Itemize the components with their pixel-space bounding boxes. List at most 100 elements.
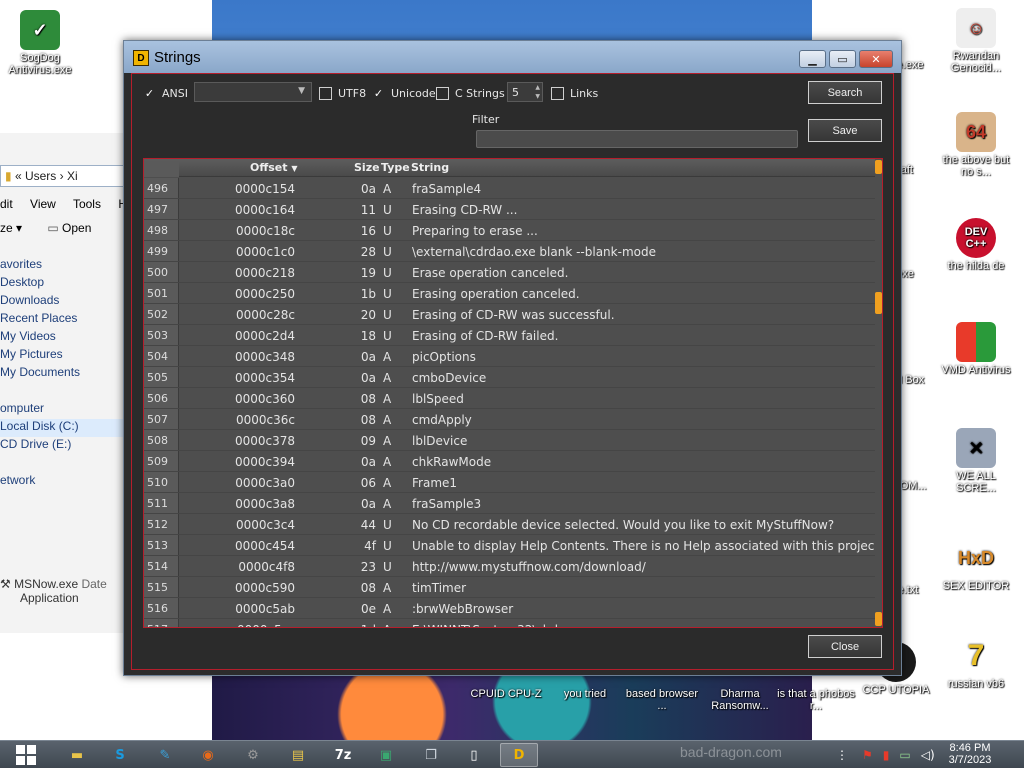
min-length-spinner[interactable]: 5 ▲ ▼ <box>507 82 543 102</box>
search-button[interactable]: Search <box>808 81 882 104</box>
nav-network[interactable]: etwork <box>0 473 128 491</box>
taskbar-button[interactable]: ▤ <box>279 743 317 767</box>
table-row[interactable]: 496 0000c154 0a AfraSample4 <box>144 178 878 199</box>
table-row[interactable]: 514 0000c4f8 23 Uhttp://www.mystuffnow.com/… <box>144 556 878 577</box>
taskbar-button[interactable]: S <box>101 743 139 767</box>
desktop-icon-vmd[interactable]: VMD Antivirus <box>936 322 1016 376</box>
scroll-down-icon[interactable] <box>875 612 882 626</box>
save-button[interactable]: Save <box>808 119 882 142</box>
table-row[interactable]: 512 0000c3c4 44 U No CD recordable device se… <box>144 514 878 535</box>
nav-local-disk[interactable]: Local Disk (C:) <box>0 419 128 437</box>
desktop-icon-devcpp[interactable]: DEV C++ the hilda de <box>936 218 1016 272</box>
nav-favorites[interactable]: avorites <box>0 257 128 275</box>
nav-computer[interactable]: omputer <box>0 401 128 419</box>
desktop-icon-vb6[interactable]: 7 russian vb6 <box>936 636 1016 691</box>
table-row[interactable]: 500 0000c218 19 U Erase operation canceled. <box>144 262 878 283</box>
close-button[interactable]: Close <box>808 635 882 658</box>
taskbar-button[interactable]: D <box>500 743 538 767</box>
address-bar[interactable]: ▮ « Users › Xi <box>0 165 128 187</box>
nav-recent-places[interactable]: Recent Places <box>0 311 128 329</box>
taskbar-button[interactable]: ▬ <box>58 743 96 767</box>
table-row[interactable]: 507 0000c36c 08 AcmdApply <box>144 409 878 430</box>
nav-my-pictures[interactable]: My Pictures <box>0 347 128 365</box>
table-row[interactable]: 506 0000c360 08 AlblSpeed <box>144 388 878 409</box>
utf8-checkbox[interactable]: UTF8 <box>319 85 366 101</box>
skype-icon: S <box>115 747 125 763</box>
spin-up-icon[interactable]: ▲ <box>535 84 540 91</box>
table-row[interactable]: 516 0000c5ab 0e A:brwWebBrowser <box>144 598 878 619</box>
checkmark-icon: ✓ <box>144 86 155 100</box>
type-cell: A <box>383 476 392 490</box>
flag-icon[interactable]: ⚑ <box>862 748 873 762</box>
taskbar-button[interactable]: ▣ <box>367 743 405 767</box>
table-row[interactable]: 515 0000c590 08 AtimTimer <box>144 577 878 598</box>
cstrings-checkbox[interactable]: C Strings <box>436 85 505 101</box>
table-row[interactable]: 502 0000c28c 20 U Erasing of CD-RW was succe… <box>144 304 878 325</box>
type-column-header[interactable]: Type <box>381 161 410 174</box>
minimize-button[interactable]: ▁ <box>799 50 826 68</box>
table-row[interactable]: 499 0000c1c0 28 U \external\cdrdao.exe blank… <box>144 241 878 262</box>
close-window-button[interactable]: ✕ <box>859 50 893 68</box>
string-column-header[interactable]: String <box>411 161 449 174</box>
selected-file-details[interactable]: ⚒ MSNow.exe Date Application <box>0 577 128 617</box>
vertical-scrollbar[interactable] <box>875 159 882 627</box>
nav-my-documents[interactable]: My Documents <box>0 365 128 383</box>
nav-my-videos[interactable]: My Videos <box>0 329 128 347</box>
spin-down-icon[interactable]: ▼ <box>535 93 540 100</box>
table-row[interactable]: 5170000c5cc 1d A E:\WINNT\System32\shdocvw.… <box>144 619 878 627</box>
desktop-icon-above[interactable]: 64 the above but no s... <box>936 112 1016 178</box>
menu-edit[interactable]: dit <box>0 197 13 211</box>
strings-table[interactable]: Offset ▼ Size Type String 496 0000c154 0a A… <box>143 158 883 628</box>
table-row[interactable]: 513 0000c454 4f U Unable to display Help Con… <box>144 535 878 556</box>
taskbar-button[interactable]: 7z <box>324 743 362 767</box>
taskbar-button[interactable]: ▯ <box>455 743 493 767</box>
offset-column-header[interactable]: Offset ▼ <box>250 161 298 174</box>
taskbar-button[interactable]: ⚙ <box>234 743 272 767</box>
desktop-icon-you-tried[interactable]: you tried <box>545 688 625 700</box>
desktop-icon-hxd[interactable]: HxD SEX EDITOR <box>936 538 1016 592</box>
maximize-button[interactable]: ▭ <box>829 50 856 68</box>
nav-cd-drive[interactable]: CD Drive (E:) <box>0 437 128 455</box>
table-row[interactable]: 510 0000c3a0 06 A Frame1 <box>144 472 878 493</box>
table-row[interactable]: 503 0000c2d4 18 U Erasing of CD-RW failed. <box>144 325 878 346</box>
size-column-header[interactable]: Size <box>354 161 380 174</box>
desktop-icon-sogdog[interactable]: ✓ SogDog Antivirus.exe <box>0 10 80 76</box>
desktop-icon-cpuz[interactable]: CPUID CPU-Z <box>466 688 546 700</box>
title-bar[interactable]: D Strings ▁ ▭ ✕ <box>124 41 901 73</box>
ansi-checkbox[interactable]: ✓ ANSI <box>143 85 188 101</box>
taskbar-button[interactable]: ❐ <box>412 743 450 767</box>
scrollbar-thumb[interactable] <box>875 292 882 314</box>
encoding-dropdown[interactable]: ▼ <box>194 82 312 102</box>
system-clock[interactable]: 8:46 PM 3/7/2023 <box>940 742 1000 766</box>
table-row[interactable]: 504 0000c348 0a ApicOptions <box>144 346 878 367</box>
table-row[interactable]: 498 0000c18c 16 U Preparing to erase ... <box>144 220 878 241</box>
start-button[interactable] <box>6 743 46 767</box>
action-center-icon[interactable]: ▮ <box>883 748 890 762</box>
menu-tools[interactable]: Tools <box>73 197 101 211</box>
table-row[interactable]: 501 0000c250 1b U Erasing operation canceled… <box>144 283 878 304</box>
desktop-icon-dharma[interactable]: Dharma Ransomw... <box>700 688 780 712</box>
scroll-up-icon[interactable] <box>875 160 882 174</box>
nav-desktop[interactable]: Desktop <box>0 275 128 293</box>
table-row[interactable]: 509 0000c394 0a AchkRawMode <box>144 451 878 472</box>
nav-downloads[interactable]: Downloads <box>0 293 128 311</box>
volume-icon[interactable]: ◁) <box>921 748 935 762</box>
desktop-icon-based-browser[interactable]: based browser ... <box>622 688 702 712</box>
filter-input[interactable] <box>476 130 798 148</box>
desktop-icon-phobos[interactable]: is that a phobos r... <box>776 688 856 712</box>
network-icon[interactable]: ▭ <box>899 748 910 762</box>
desktop-icon-we-all[interactable]: ✕ WE ALL SCRE... <box>936 428 1016 494</box>
unicode-checkbox[interactable]: ✓ Unicode <box>372 85 436 101</box>
tray-overflow-icon[interactable]: ⋮ <box>836 748 848 762</box>
desktop-icon-rwandan[interactable]: ☺ Rwandan Genocid... <box>936 8 1016 74</box>
open-button[interactable]: Open <box>62 221 91 235</box>
links-checkbox[interactable]: Links <box>551 85 598 101</box>
table-row[interactable]: 508 0000c378 09 AlblDevice <box>144 430 878 451</box>
taskbar-button[interactable]: ✎ <box>146 743 184 767</box>
organize-button[interactable]: ze ▾ <box>0 221 22 235</box>
taskbar-button[interactable]: ◉ <box>189 743 227 767</box>
table-row[interactable]: 505 0000c354 0a AcmboDevice <box>144 367 878 388</box>
table-row[interactable]: 511 0000c3a8 0a AfraSample3 <box>144 493 878 514</box>
menu-view[interactable]: View <box>30 197 56 211</box>
table-row[interactable]: 497 0000c164 11 U Erasing CD-RW ... <box>144 199 878 220</box>
